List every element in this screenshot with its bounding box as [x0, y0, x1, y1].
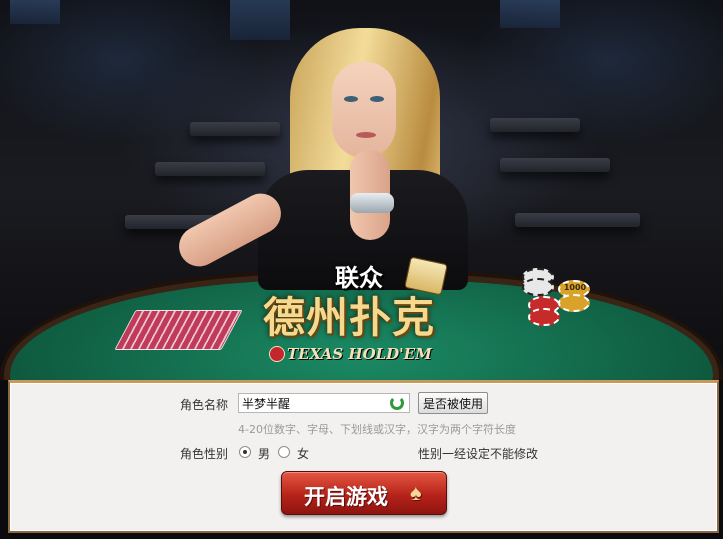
gender-female-radio[interactable] — [278, 446, 290, 458]
chip-stack-icon — [558, 294, 590, 312]
role-form: 角色名称 是否被使用 4-20位数字、字母、下划线或汉字，汉字为两个字符长度 角… — [10, 383, 717, 531]
dealer-bracelet — [350, 193, 394, 213]
start-game-button[interactable]: 开启游戏 ♠ — [281, 471, 447, 515]
gender-note: 性别一经设定不能修改 — [418, 447, 539, 461]
game-logo: 联众 德州扑克 TEXAS HOLD'EM — [255, 256, 470, 368]
dealer-eye — [370, 96, 384, 102]
refresh-icon[interactable] — [390, 396, 404, 410]
start-game-label: 开启游戏 — [304, 485, 388, 509]
name-hint: 4-20位数字、字母、下划线或汉字，汉字为两个字符长度 — [238, 423, 516, 436]
role-name-input[interactable] — [238, 393, 410, 413]
logo-title: 德州扑克 — [263, 293, 436, 342]
gender-male-radio[interactable] — [239, 446, 251, 458]
logo-subtitle: TEXAS HOLD'EM — [287, 345, 432, 363]
chip-value: 1000 — [563, 283, 587, 292]
spade-icon: ♠ — [410, 480, 422, 505]
dealer-eye — [344, 96, 358, 102]
gender-male-label[interactable]: 男 — [258, 445, 270, 462]
gender-female-label[interactable]: 女 — [297, 445, 309, 462]
hero-banner: 1000 联众 德州扑克 TEXAS HOLD'EM — [0, 0, 723, 380]
gender-label: 角色性别 — [180, 447, 229, 461]
chip-stack-icon — [528, 308, 560, 326]
dealer-face — [332, 62, 396, 158]
create-role-panel: 角色名称 是否被使用 4-20位数字、字母、下划线或汉字，汉字为两个字符长度 角… — [8, 380, 719, 533]
name-label: 角色名称 — [180, 398, 229, 412]
dealer-lips — [356, 132, 376, 138]
chip-stack-icon — [522, 278, 554, 296]
check-name-button[interactable]: 是否被使用 — [418, 392, 488, 414]
logo-emblem-icon — [269, 346, 285, 362]
